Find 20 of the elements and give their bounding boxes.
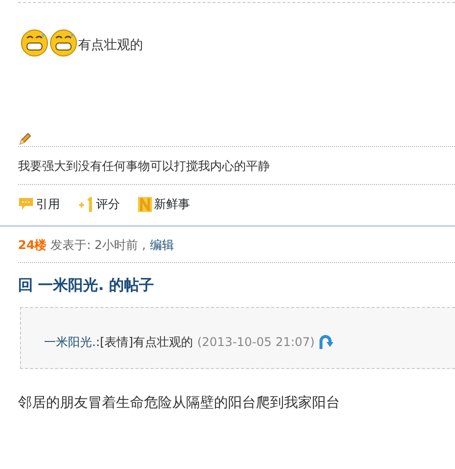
post-body: 邻居的朋友冒着生命危险从隔壁的阳台爬到我家阳台 [18, 394, 341, 412]
signature-text: 我要强大到没有任何事物可以打搅我内心的平静 [18, 158, 271, 175]
post-time: 发表于: 2小时前 , [50, 237, 146, 254]
quote-text: :[表情]有点壮观的 [96, 334, 194, 350]
action-link[interactable]: 评分 [96, 195, 120, 213]
u-turn-arrow-icon [318, 334, 333, 350]
pencil-icon [18, 132, 32, 146]
action-link[interactable]: 新鲜事 [154, 195, 190, 213]
post-text: 有点壮观的 [78, 36, 143, 54]
edit-link[interactable]: 编辑 [150, 236, 174, 254]
floor-number: 24楼 [18, 237, 47, 254]
smiley-icon [49, 27, 78, 57]
post-title: 回 一米阳光. 的帖子 [18, 275, 156, 296]
quote-author[interactable]: 一米阳光. [44, 332, 96, 350]
n-logo-icon [138, 196, 152, 212]
action-link[interactable]: 引用 [36, 195, 60, 213]
smiley-icon [20, 27, 49, 57]
quote-time: (2013-10-05 21:07) [197, 334, 315, 350]
plus-one-icon [78, 196, 94, 212]
speech-bubble-icon [18, 197, 34, 211]
